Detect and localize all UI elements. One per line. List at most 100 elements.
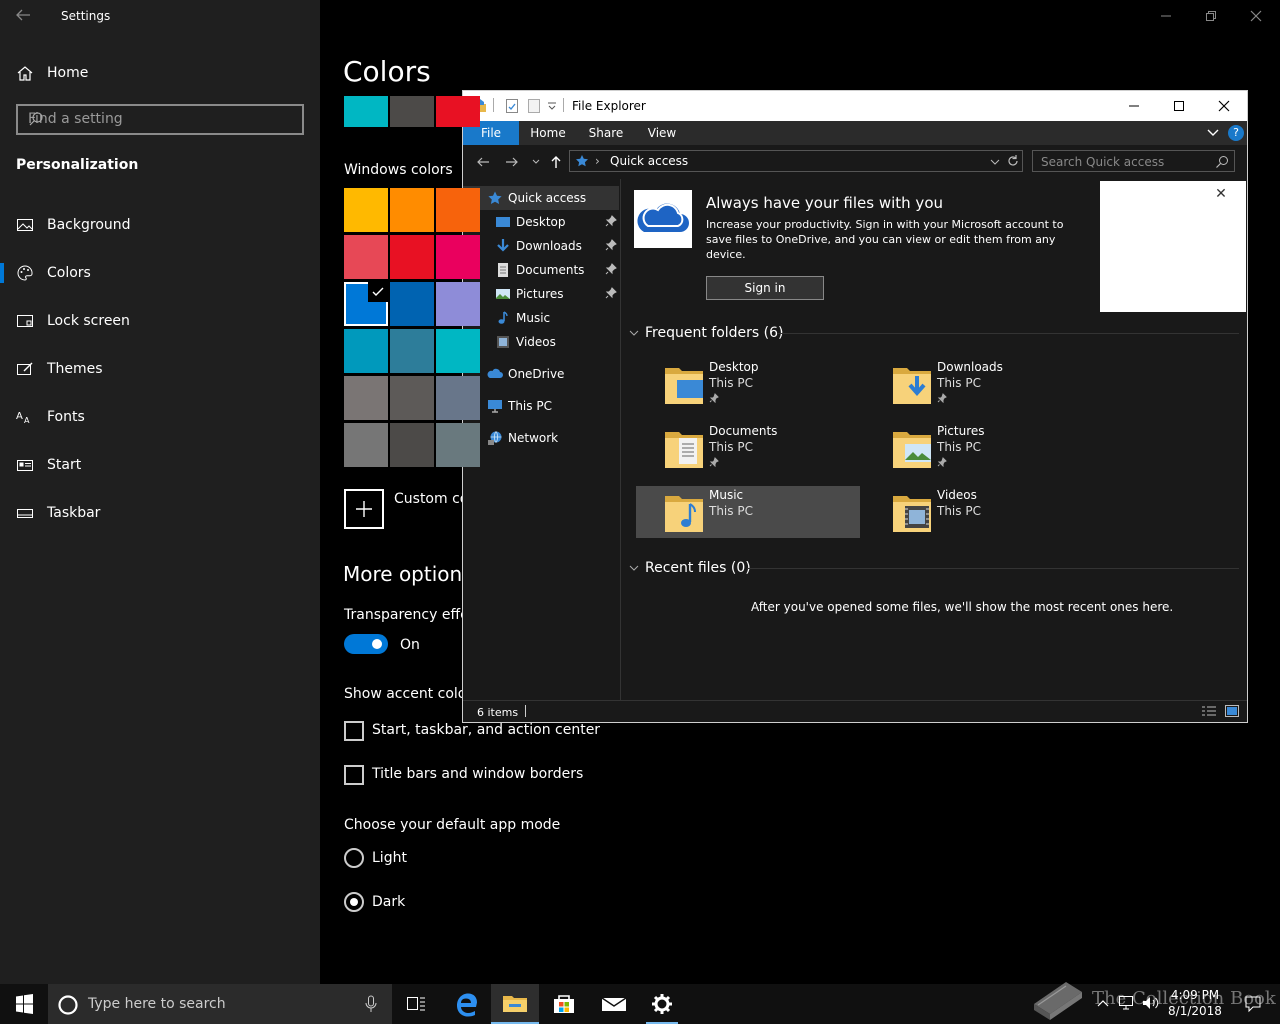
- nav-pictures[interactable]: Pictures: [463, 282, 619, 306]
- nav-this-pc[interactable]: This PC: [463, 394, 619, 418]
- explorer-close-icon[interactable]: [1214, 96, 1234, 116]
- recent-files-header[interactable]: Recent files (0): [629, 560, 929, 580]
- color-swatch[interactable]: [390, 423, 434, 467]
- nav-start[interactable]: Start: [0, 443, 320, 487]
- recent-color-swatch[interactable]: [344, 96, 388, 127]
- volume-speaker-icon[interactable]: [1141, 995, 1161, 1011]
- color-swatch[interactable]: [390, 235, 434, 279]
- folder-tile[interactable]: Documents This PC: [636, 422, 860, 474]
- restore-icon[interactable]: [1201, 6, 1221, 26]
- color-swatch[interactable]: [436, 376, 480, 420]
- up-arrow-icon[interactable]: [548, 154, 564, 170]
- explorer-maximize-icon[interactable]: [1169, 96, 1189, 116]
- color-swatch[interactable]: [436, 282, 480, 326]
- network-tray-icon[interactable]: [1117, 995, 1135, 1011]
- color-swatch[interactable]: [344, 376, 388, 420]
- explorer-search-input[interactable]: Search Quick access: [1032, 150, 1235, 172]
- dark-mode-radio[interactable]: [344, 892, 364, 912]
- nav-documents[interactable]: Documents: [463, 258, 619, 282]
- mail-envelope-icon[interactable]: [590, 984, 638, 1024]
- color-swatch[interactable]: [344, 188, 388, 232]
- nav-colors[interactable]: Colors: [0, 251, 320, 295]
- details-view-icon[interactable]: [1201, 705, 1217, 717]
- color-swatch[interactable]: [344, 235, 388, 279]
- edge-browser-icon[interactable]: [442, 984, 490, 1024]
- color-swatch[interactable]: [436, 329, 480, 373]
- nav-themes[interactable]: Themes: [0, 347, 320, 391]
- nav-desktop[interactable]: Desktop: [463, 210, 619, 234]
- explorer-minimize-icon[interactable]: [1124, 96, 1144, 116]
- action-center-icon[interactable]: [1244, 995, 1262, 1013]
- nav-network[interactable]: Network: [463, 426, 619, 450]
- microphone-icon[interactable]: [364, 995, 378, 1013]
- color-swatch[interactable]: [436, 423, 480, 467]
- color-swatch[interactable]: [390, 188, 434, 232]
- tab-home[interactable]: Home: [523, 121, 573, 145]
- taskbar-clock[interactable]: 4:09 PM 8/1/2018: [1160, 987, 1230, 1019]
- qat-dropdown-icon[interactable]: [547, 101, 557, 111]
- show-hidden-icons-chevron-icon[interactable]: [1096, 996, 1110, 1010]
- pin-icon[interactable]: [605, 287, 617, 299]
- nav-home[interactable]: Home: [0, 51, 320, 95]
- pin-icon[interactable]: [605, 239, 617, 251]
- color-swatch[interactable]: [344, 329, 388, 373]
- nav-fonts[interactable]: AA Fonts: [0, 395, 320, 439]
- search-icon[interactable]: [28, 111, 44, 127]
- help-icon[interactable]: ?: [1228, 125, 1244, 141]
- nav-downloads[interactable]: Downloads: [463, 234, 619, 258]
- large-icons-view-icon[interactable]: [1224, 704, 1240, 718]
- nav-quick-access[interactable]: Quick access: [463, 186, 619, 210]
- nav-videos[interactable]: Videos: [463, 330, 619, 354]
- find-setting-input[interactable]: Find a setting: [16, 104, 304, 135]
- address-dropdown-icon[interactable]: [990, 157, 1000, 167]
- back-arrow-icon[interactable]: [14, 6, 34, 26]
- recent-color-swatch[interactable]: [436, 96, 480, 127]
- start-taskbar-checkbox[interactable]: [344, 721, 364, 741]
- explorer-search-icon[interactable]: [1215, 155, 1229, 169]
- nav-lock-screen[interactable]: Lock screen: [0, 299, 320, 343]
- new-folder-icon[interactable]: [527, 98, 541, 114]
- pin-icon[interactable]: [605, 263, 617, 275]
- nav-taskbar[interactable]: Taskbar: [0, 491, 320, 535]
- ribbon-expand-icon[interactable]: [1207, 128, 1219, 138]
- color-swatch[interactable]: [344, 423, 388, 467]
- folder-tile[interactable]: Videos This PC: [864, 486, 1088, 538]
- frequent-folders-header[interactable]: Frequent folders (6): [629, 325, 929, 345]
- file-explorer-taskbar-icon[interactable]: [491, 984, 539, 1024]
- tab-share[interactable]: Share: [581, 121, 631, 145]
- explorer-title-bar[interactable]: File Explorer: [463, 91, 1247, 121]
- sign-in-button[interactable]: Sign in: [706, 276, 824, 300]
- nav-forward-icon[interactable]: [504, 154, 520, 170]
- folder-tile[interactable]: Music This PC: [636, 486, 860, 538]
- task-view-icon[interactable]: [392, 984, 440, 1024]
- color-swatch[interactable]: [436, 235, 480, 279]
- store-bag-icon[interactable]: [540, 984, 588, 1024]
- nav-onedrive[interactable]: OneDrive: [463, 362, 619, 386]
- banner-close-icon[interactable]: ✕: [1214, 187, 1228, 201]
- folder-tile[interactable]: Desktop This PC: [636, 358, 860, 410]
- close-icon[interactable]: [1246, 6, 1266, 26]
- settings-gear-icon[interactable]: [638, 984, 686, 1024]
- tab-view[interactable]: View: [637, 121, 687, 145]
- color-swatch[interactable]: [390, 282, 434, 326]
- nav-back-icon[interactable]: [475, 154, 491, 170]
- custom-color-label[interactable]: Custom col: [394, 491, 472, 507]
- selected-color-swatch[interactable]: [344, 282, 388, 326]
- color-swatch[interactable]: [436, 188, 480, 232]
- address-bar[interactable]: › Quick access: [569, 150, 1023, 172]
- recent-locations-icon[interactable]: [531, 157, 547, 173]
- taskbar-search-box[interactable]: Type here to search: [48, 984, 392, 1024]
- minimize-icon[interactable]: [1156, 6, 1176, 26]
- nav-background[interactable]: Background: [0, 203, 320, 247]
- color-swatch[interactable]: [390, 329, 434, 373]
- refresh-icon[interactable]: [1006, 154, 1020, 168]
- transparency-toggle[interactable]: [344, 634, 388, 654]
- pin-icon[interactable]: [605, 215, 617, 227]
- color-swatch[interactable]: [390, 376, 434, 420]
- recent-color-swatch[interactable]: [390, 96, 434, 127]
- windows-start-icon[interactable]: [0, 984, 48, 1024]
- folder-tile[interactable]: Pictures This PC: [864, 422, 1088, 474]
- nav-music[interactable]: Music: [463, 306, 619, 330]
- title-bars-checkbox[interactable]: [344, 765, 364, 785]
- folder-tile[interactable]: Downloads This PC: [864, 358, 1088, 410]
